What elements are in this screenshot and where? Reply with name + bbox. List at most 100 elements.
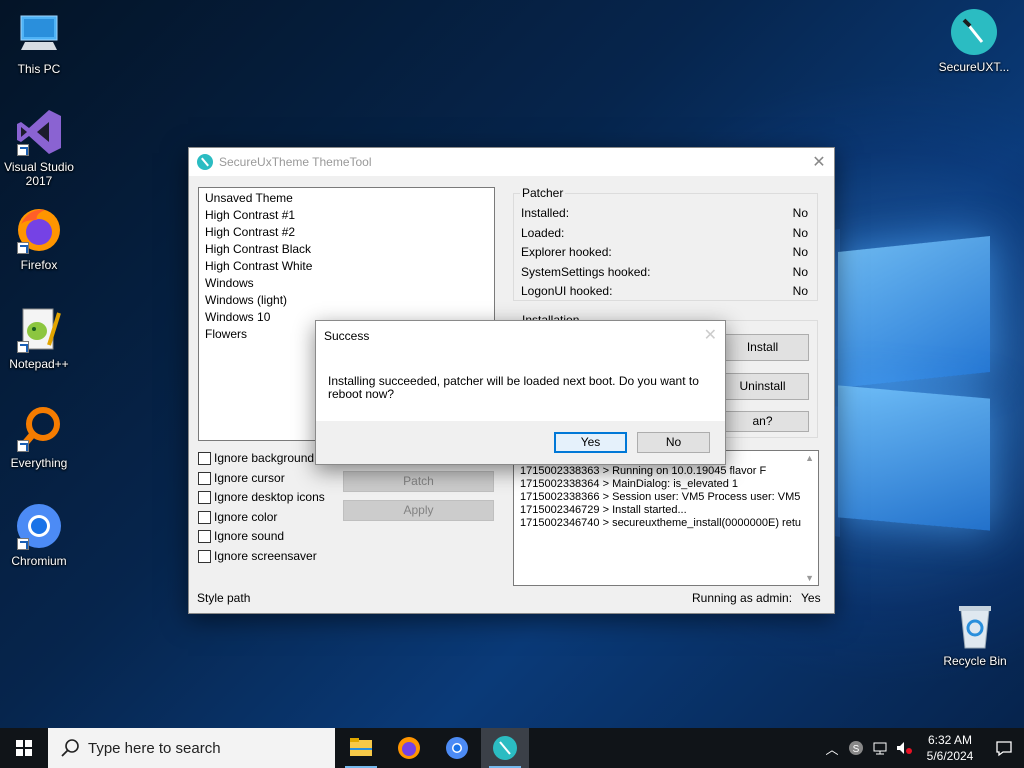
close-icon[interactable]: ✕ bbox=[704, 325, 717, 345]
shortcut-arrow-icon bbox=[17, 538, 29, 550]
patcher-group-title: Patcher bbox=[520, 186, 566, 200]
checkbox-box[interactable] bbox=[198, 510, 211, 524]
log-line: 1715002338363 > Running on 10.0.19045 fl… bbox=[520, 465, 767, 477]
checkbox-box[interactable] bbox=[198, 490, 211, 504]
patcher-row-value: No bbox=[792, 226, 808, 240]
checkbox-label: Ignore color bbox=[214, 510, 278, 524]
theme-item[interactable]: Unsaved Theme bbox=[199, 190, 494, 207]
desktop-icon-notepad-plus-plus[interactable]: Notepad++ bbox=[1, 305, 77, 371]
taskbar-file-explorer[interactable] bbox=[337, 728, 385, 768]
desktop-icon-label: Everything bbox=[10, 456, 68, 470]
apply-button[interactable]: Apply bbox=[343, 500, 494, 521]
desktop-icon-everything[interactable]: Everything bbox=[1, 404, 77, 470]
notification-icon bbox=[996, 741, 1012, 757]
volume-muted-icon[interactable] bbox=[892, 728, 916, 768]
patcher-row-label: Explorer hooked: bbox=[521, 245, 612, 259]
action-center-button[interactable] bbox=[984, 728, 1024, 768]
folder-icon bbox=[350, 738, 372, 756]
install-option-button[interactable]: an? bbox=[716, 411, 809, 432]
patcher-row-value: No bbox=[792, 245, 808, 259]
patch-button[interactable]: Patch bbox=[343, 471, 494, 492]
checkbox-box[interactable] bbox=[198, 451, 211, 465]
patcher-row-label: SystemSettings hooked: bbox=[521, 265, 651, 279]
log-line: 1715002338364 > MainDialog: is_elevated … bbox=[520, 478, 739, 490]
taskbar-search-box[interactable]: Type here to search bbox=[48, 728, 335, 768]
no-button[interactable]: No bbox=[637, 432, 710, 453]
style-path-label: Style path bbox=[197, 591, 251, 605]
patcher-row-explorer-hooked: Explorer hooked: No bbox=[521, 245, 808, 261]
chromium-icon bbox=[446, 737, 468, 759]
desktop-icon-label: Visual Studio 2017 bbox=[4, 160, 74, 188]
patcher-row-value: No bbox=[792, 265, 808, 279]
uninstall-button[interactable]: Uninstall bbox=[716, 373, 809, 400]
svg-text:S: S bbox=[853, 744, 860, 755]
chromium-icon bbox=[15, 502, 63, 550]
window-titlebar[interactable]: SecureUxTheme ThemeTool ✕ bbox=[189, 148, 834, 176]
install-button[interactable]: Install bbox=[716, 334, 809, 361]
theme-item[interactable]: High Contrast White bbox=[199, 258, 494, 275]
windows-logo-pane bbox=[838, 236, 990, 388]
patcher-row-label: LogonUI hooked: bbox=[521, 284, 613, 298]
ignore-cursor-checkbox[interactable]: Ignore cursor bbox=[198, 470, 285, 486]
log-output[interactable]: 1715002338363 > Running on 10.0.19045 fl… bbox=[513, 450, 819, 586]
desktop-icon-label: Firefox bbox=[20, 258, 58, 272]
ignore-color-checkbox[interactable]: Ignore color bbox=[198, 509, 277, 525]
checkbox-box[interactable] bbox=[198, 549, 211, 563]
desktop-icon-visual-studio[interactable]: Visual Studio 2017 bbox=[1, 108, 77, 188]
theme-item[interactable]: Windows bbox=[199, 275, 494, 292]
yes-button[interactable]: Yes bbox=[554, 432, 627, 453]
theme-item[interactable]: High Contrast #2 bbox=[199, 224, 494, 241]
desktop-icon-secureuxtheme[interactable]: SecureUXT... bbox=[936, 8, 1012, 74]
checkbox-label: Ignore background bbox=[214, 451, 315, 465]
patcher-row-systemsettings-hooked: SystemSettings hooked: No bbox=[521, 265, 808, 281]
log-line: 1715002346729 > Install started... bbox=[520, 504, 687, 516]
notepad-plus-plus-icon bbox=[15, 305, 63, 353]
taskbar-chromium[interactable] bbox=[433, 728, 481, 768]
dialog-title: Success bbox=[324, 329, 370, 343]
patcher-row-value: No bbox=[792, 206, 808, 220]
ignore-screensaver-checkbox[interactable]: Ignore screensaver bbox=[198, 548, 317, 564]
desktop-icon-this-pc[interactable]: This PC bbox=[1, 10, 77, 76]
desktop-icon-firefox[interactable]: Firefox bbox=[1, 206, 77, 272]
checkbox-box[interactable] bbox=[198, 471, 211, 485]
desktop-icon-label: SecureUXT... bbox=[938, 60, 1010, 74]
taskbar-clock[interactable]: 6:32 AM 5/6/2024 bbox=[916, 732, 984, 764]
clock-time: 6:32 AM bbox=[927, 733, 973, 747]
checkbox-label: Ignore cursor bbox=[214, 471, 285, 485]
desktop-icon-label: Recycle Bin bbox=[943, 654, 1007, 668]
start-button[interactable] bbox=[0, 728, 48, 768]
taskbar-firefox[interactable] bbox=[385, 728, 433, 768]
patcher-row-installed: Installed: No bbox=[521, 206, 808, 222]
desktop-icon-recycle-bin[interactable]: Recycle Bin bbox=[937, 602, 1013, 668]
theme-item[interactable]: Windows (light) bbox=[199, 292, 494, 309]
checkbox-box[interactable] bbox=[198, 529, 211, 543]
chevron-up-icon[interactable]: ︿ bbox=[820, 728, 844, 768]
ignore-desktop-icons-checkbox[interactable]: Ignore desktop icons bbox=[198, 489, 325, 505]
taskbar: Type here to search ︿ S 6:32 AM 5/6/2024 bbox=[0, 728, 1024, 768]
dialog-message: Installing succeeded, patcher will be lo… bbox=[328, 374, 699, 401]
ignore-background-checkbox[interactable]: Ignore background bbox=[198, 450, 314, 466]
scroll-down-icon[interactable]: ▼ bbox=[805, 573, 814, 583]
shortcut-arrow-icon bbox=[17, 144, 29, 156]
dialog-footer: Yes No bbox=[316, 421, 725, 464]
theme-item[interactable]: High Contrast #1 bbox=[199, 207, 494, 224]
desktop-icon-chromium[interactable]: Chromium bbox=[1, 502, 77, 568]
system-tray: ︿ S 6:32 AM 5/6/2024 bbox=[820, 728, 1024, 768]
checkbox-label: Ignore sound bbox=[214, 529, 285, 543]
checkbox-label: Ignore desktop icons bbox=[214, 490, 325, 504]
windows-logo-icon bbox=[16, 740, 32, 756]
search-icon bbox=[61, 739, 79, 757]
scroll-up-icon[interactable]: ▲ bbox=[805, 453, 814, 463]
theme-item[interactable]: High Contrast Black bbox=[199, 241, 494, 258]
search-placeholder: Type here to search bbox=[88, 739, 221, 757]
skype-icon[interactable]: S bbox=[844, 728, 868, 768]
taskbar-secureuxtheme[interactable] bbox=[481, 728, 529, 768]
visual-studio-icon bbox=[15, 108, 63, 156]
clock-date: 5/6/2024 bbox=[926, 749, 974, 763]
log-line: 1715002346740 > secureuxtheme_install(00… bbox=[520, 517, 802, 529]
recycle-bin-icon bbox=[951, 602, 999, 650]
patcher-row-label: Loaded: bbox=[521, 226, 565, 240]
ignore-sound-checkbox[interactable]: Ignore sound bbox=[198, 528, 284, 544]
close-icon[interactable]: ✕ bbox=[804, 152, 834, 172]
network-icon[interactable] bbox=[868, 728, 892, 768]
